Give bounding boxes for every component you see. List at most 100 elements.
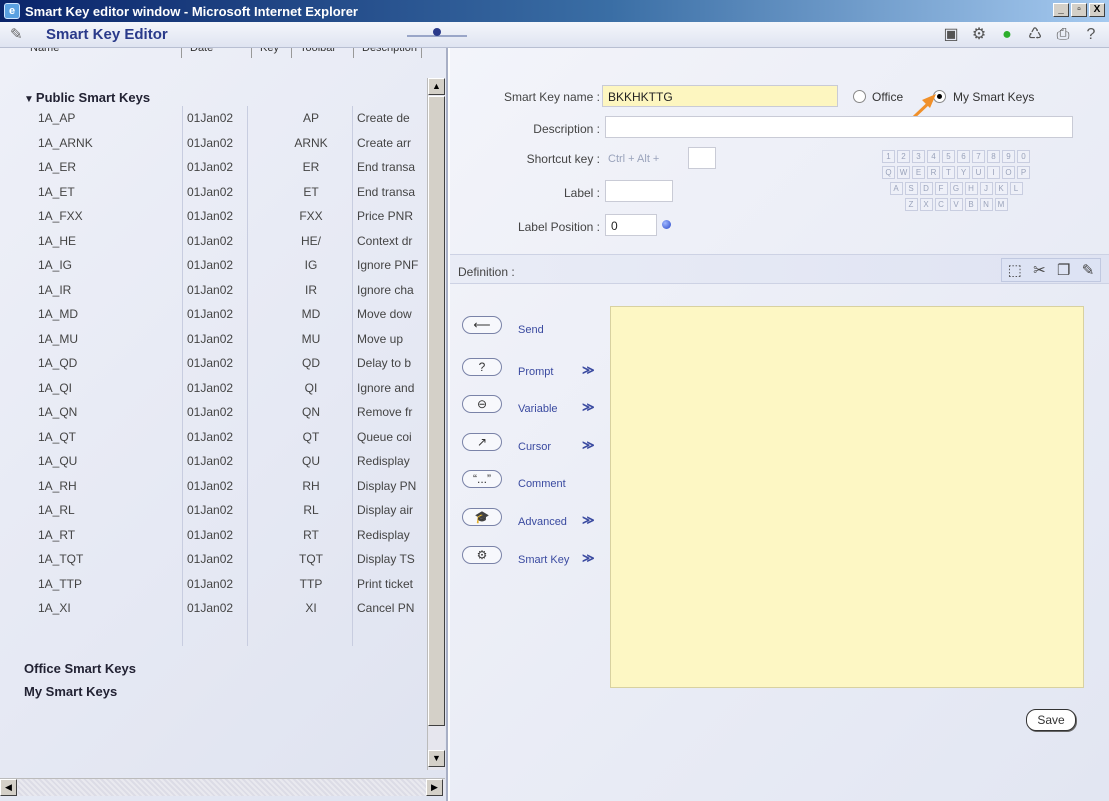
- tree-folder-office[interactable]: Office Smart Keys: [24, 661, 136, 676]
- table-row[interactable]: 1A_IG 01Jan02 IG Ignore PNF: [0, 253, 426, 278]
- table-row[interactable]: 1A_RT 01Jan02 RT Redisplay: [0, 523, 426, 548]
- table-row[interactable]: 1A_QN 01Jan02 QN Remove fr: [0, 400, 426, 425]
- keyboard-key[interactable]: K: [994, 182, 1008, 195]
- tree-folder-my[interactable]: My Smart Keys: [24, 684, 117, 699]
- keyboard-key[interactable]: N: [979, 198, 993, 211]
- description-input[interactable]: [605, 116, 1073, 138]
- column-header-description[interactable]: Description: [354, 48, 422, 58]
- expand-chevron-icon[interactable]: ≫: [582, 551, 595, 565]
- table-row[interactable]: 1A_ARNK 01Jan02 ARNK Create arr: [0, 131, 426, 156]
- keyboard-key[interactable]: G: [949, 182, 963, 195]
- keyboard-key[interactable]: A: [889, 182, 903, 195]
- minimize-button[interactable]: _: [1053, 3, 1069, 17]
- delete-icon[interactable]: ♺: [1025, 25, 1045, 45]
- tree-folder-public[interactable]: ▼ Public Smart Keys: [24, 90, 150, 105]
- keyboard-key[interactable]: 4: [927, 150, 940, 163]
- run-icon[interactable]: ●: [997, 25, 1017, 45]
- shortcut-key-input[interactable]: [688, 147, 716, 169]
- keyboard-key[interactable]: M: [994, 198, 1008, 211]
- table-row[interactable]: 1A_TTP 01Jan02 TTP Print ticket: [0, 572, 426, 597]
- keyboard-key[interactable]: D: [919, 182, 933, 195]
- definition-editor[interactable]: [610, 306, 1084, 688]
- keyboard-key[interactable]: 0: [1017, 150, 1030, 163]
- column-header-date[interactable]: Date: [182, 48, 252, 58]
- column-header-name[interactable]: Name: [22, 48, 182, 58]
- command-smart-key[interactable]: ⚙ Smart Key ≫: [462, 546, 595, 568]
- table-row[interactable]: 1A_QD 01Jan02 QD Delay to b: [0, 351, 426, 376]
- table-row[interactable]: 1A_QU 01Jan02 QU Redisplay: [0, 449, 426, 474]
- horizontal-scroll-track[interactable]: [18, 779, 426, 796]
- keyboard-key[interactable]: 2: [897, 150, 910, 163]
- scroll-thumb[interactable]: [428, 96, 445, 726]
- copy-icon[interactable]: ❐: [1057, 261, 1070, 279]
- expand-chevron-icon[interactable]: ≫: [582, 400, 595, 414]
- keyboard-key[interactable]: Z: [904, 198, 918, 211]
- table-row[interactable]: 1A_QT 01Jan02 QT Queue coi: [0, 425, 426, 450]
- expand-chevron-icon[interactable]: ≫: [582, 513, 595, 527]
- keyboard-key[interactable]: 9: [1002, 150, 1015, 163]
- smart-key-name-input[interactable]: BKKHKTTG: [602, 85, 838, 107]
- radio-office[interactable]: [853, 90, 866, 103]
- keyboard-key[interactable]: E: [912, 166, 925, 179]
- command-variable[interactable]: ⊖ Variable ≫: [462, 395, 595, 417]
- table-row[interactable]: 1A_HE 01Jan02 HE/Context dr: [0, 229, 426, 254]
- table-row[interactable]: 1A_FXX 01Jan02 FXX Price PNR: [0, 204, 426, 229]
- scroll-down-icon[interactable]: ▼: [428, 750, 445, 767]
- table-row[interactable]: 1A_QI 01Jan02 QI Ignore and: [0, 376, 426, 401]
- command-prompt[interactable]: ? Prompt ≫: [462, 358, 595, 380]
- keyboard-key[interactable]: 1: [882, 150, 895, 163]
- command-advanced[interactable]: 🎓 Advanced ≫: [462, 508, 595, 530]
- label-input[interactable]: [605, 180, 673, 202]
- help-icon[interactable]: ?: [1081, 25, 1101, 45]
- expand-chevron-icon[interactable]: ≫: [582, 438, 595, 452]
- edit-icon[interactable]: ✎: [1082, 261, 1095, 279]
- keyboard-key[interactable]: 3: [912, 150, 925, 163]
- table-row[interactable]: 1A_MU 01Jan02 MU Move up: [0, 327, 426, 352]
- command-comment[interactable]: “...” Comment: [462, 470, 582, 492]
- close-button[interactable]: X: [1089, 3, 1105, 17]
- table-row[interactable]: 1A_AP 01Jan02 AP Create de: [0, 106, 426, 131]
- keyboard-key[interactable]: U: [972, 166, 985, 179]
- keyboard-key[interactable]: L: [1009, 182, 1023, 195]
- command-cursor[interactable]: ↗ Cursor ≫: [462, 433, 595, 455]
- print-icon[interactable]: ⎙: [1053, 25, 1073, 45]
- keyboard-key[interactable]: I: [987, 166, 1000, 179]
- scroll-right-icon[interactable]: ▶: [426, 779, 443, 796]
- keyboard-key[interactable]: W: [897, 166, 910, 179]
- keyboard-key[interactable]: V: [949, 198, 963, 211]
- save-button[interactable]: Save: [1026, 709, 1076, 731]
- column-header-toolbar[interactable]: Toolbar: [292, 48, 354, 58]
- maximize-button[interactable]: ▫: [1071, 3, 1087, 17]
- keyboard-key[interactable]: J: [979, 182, 993, 195]
- table-row[interactable]: 1A_ER 01Jan02 ER End transa: [0, 155, 426, 180]
- scroll-left-icon[interactable]: ◀: [0, 779, 17, 796]
- expand-triangle-icon[interactable]: ▼: [24, 94, 34, 105]
- keyboard-key[interactable]: H: [964, 182, 978, 195]
- keyboard-key[interactable]: 6: [957, 150, 970, 163]
- table-row[interactable]: 1A_TQT 01Jan02 TQT Display TS: [0, 547, 426, 572]
- keyboard-key[interactable]: 5: [942, 150, 955, 163]
- table-row[interactable]: 1A_IR 01Jan02 IR Ignore cha: [0, 278, 426, 303]
- smart-key-icon[interactable]: ⚙: [969, 25, 989, 45]
- cut-icon[interactable]: ✂: [1033, 261, 1046, 279]
- keyboard-key[interactable]: Y: [957, 166, 970, 179]
- keyboard-key[interactable]: 8: [987, 150, 1000, 163]
- pane-splitter-slider[interactable]: [407, 28, 467, 42]
- keyboard-key[interactable]: F: [934, 182, 948, 195]
- expand-chevron-icon[interactable]: ≫: [582, 363, 595, 377]
- keyboard-key[interactable]: B: [964, 198, 978, 211]
- scroll-up-icon[interactable]: ▲: [428, 78, 445, 95]
- new-smart-key-icon[interactable]: ▣: [941, 25, 961, 45]
- tree-vertical-scrollbar[interactable]: ▲ ▼: [427, 78, 445, 770]
- keyboard-key[interactable]: R: [927, 166, 940, 179]
- keyboard-key[interactable]: C: [934, 198, 948, 211]
- keyboard-key[interactable]: O: [1002, 166, 1015, 179]
- select-icon[interactable]: ⬚: [1008, 261, 1022, 279]
- command-send[interactable]: ⟵ Send: [462, 316, 582, 338]
- splitter-knob[interactable]: [433, 28, 441, 36]
- table-row[interactable]: 1A_RL 01Jan02 RL Display air: [0, 498, 426, 523]
- keyboard-key[interactable]: P: [1017, 166, 1030, 179]
- keyboard-key[interactable]: 7: [972, 150, 985, 163]
- table-row[interactable]: 1A_XI 01Jan02 XI Cancel PN: [0, 596, 426, 621]
- table-row[interactable]: 1A_RH 01Jan02 RH Display PN: [0, 474, 426, 499]
